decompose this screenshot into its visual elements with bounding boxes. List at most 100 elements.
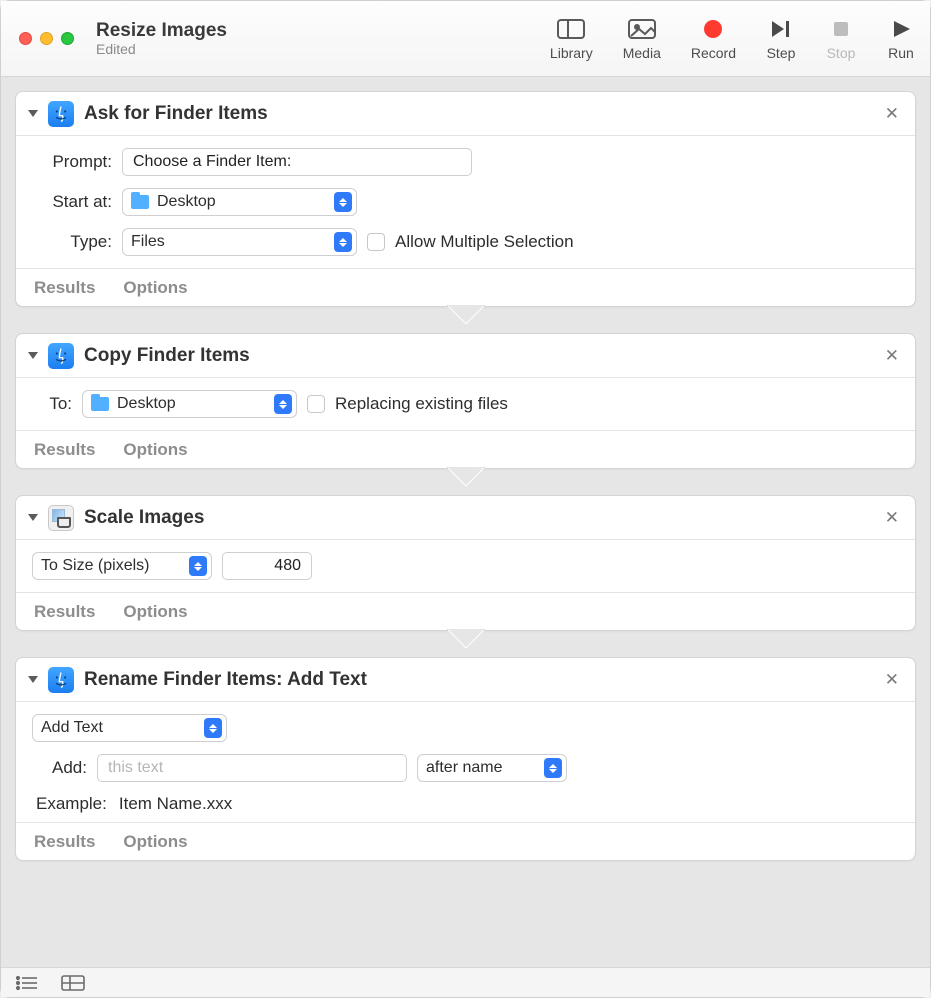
results-tab[interactable]: Results bbox=[34, 278, 95, 298]
step-icon bbox=[766, 17, 796, 41]
allow-multiple-checkbox[interactable]: Allow Multiple Selection bbox=[367, 232, 574, 252]
action-footer: Results Options bbox=[16, 592, 915, 630]
connector-icon bbox=[447, 467, 485, 487]
play-icon bbox=[886, 17, 916, 41]
stop-button[interactable]: Stop bbox=[826, 17, 856, 61]
prompt-input[interactable] bbox=[122, 148, 472, 176]
window-subtitle: Edited bbox=[96, 41, 227, 57]
folder-icon bbox=[131, 195, 149, 209]
toolbar: Library Media Record bbox=[550, 17, 916, 61]
workflow-canvas: Ask for Finder Items ✕ Prompt: Start at:… bbox=[1, 77, 930, 967]
checkbox-box[interactable] bbox=[367, 233, 385, 251]
allow-multiple-label: Allow Multiple Selection bbox=[395, 232, 574, 252]
results-tab[interactable]: Results bbox=[34, 440, 95, 460]
title-block: Resize Images Edited bbox=[96, 20, 227, 58]
connector-icon bbox=[447, 629, 485, 649]
rename-operation-popup[interactable]: Add Text bbox=[32, 714, 227, 742]
action-copy-finder-items: Copy Finder Items ✕ To: Desktop Replacin… bbox=[15, 333, 916, 469]
popup-arrows-icon bbox=[204, 718, 222, 738]
remove-action-button[interactable]: ✕ bbox=[881, 100, 903, 128]
options-tab[interactable]: Options bbox=[123, 832, 187, 852]
step-label: Step bbox=[767, 45, 796, 61]
zoom-window-button[interactable] bbox=[61, 32, 74, 45]
example-label: Example: bbox=[36, 794, 107, 814]
library-label: Library bbox=[550, 45, 593, 61]
finder-icon bbox=[48, 101, 74, 127]
add-text-input[interactable] bbox=[97, 754, 407, 782]
log-view-button[interactable] bbox=[15, 975, 39, 991]
replace-existing-label: Replacing existing files bbox=[335, 394, 508, 414]
action-title: Ask for Finder Items bbox=[84, 103, 268, 125]
action-title: Scale Images bbox=[84, 507, 204, 529]
record-icon bbox=[698, 17, 728, 41]
record-label: Record bbox=[691, 45, 736, 61]
action-footer: Results Options bbox=[16, 822, 915, 860]
library-button[interactable]: Library bbox=[550, 17, 593, 61]
record-button[interactable]: Record bbox=[691, 17, 736, 61]
popup-arrows-icon bbox=[544, 758, 562, 778]
remove-action-button[interactable]: ✕ bbox=[881, 504, 903, 532]
destination-value: Desktop bbox=[117, 395, 176, 413]
remove-action-button[interactable]: ✕ bbox=[881, 666, 903, 694]
type-label: Type: bbox=[32, 232, 112, 252]
run-button[interactable]: Run bbox=[886, 17, 916, 61]
checkbox-box[interactable] bbox=[307, 395, 325, 413]
add-position-popup[interactable]: after name bbox=[417, 754, 567, 782]
stop-label: Stop bbox=[827, 45, 856, 61]
action-title: Rename Finder Items: Add Text bbox=[84, 669, 367, 691]
preview-icon bbox=[48, 505, 74, 531]
start-at-value: Desktop bbox=[157, 193, 216, 211]
remove-action-button[interactable]: ✕ bbox=[881, 342, 903, 370]
type-value: Files bbox=[131, 233, 165, 251]
prompt-label: Prompt: bbox=[32, 152, 112, 172]
folder-icon bbox=[91, 397, 109, 411]
action-rename-finder-items: Rename Finder Items: Add Text ✕ Add Text… bbox=[15, 657, 916, 861]
action-header[interactable]: Rename Finder Items: Add Text ✕ bbox=[16, 658, 915, 702]
rename-operation-value: Add Text bbox=[41, 719, 103, 737]
action-header[interactable]: Copy Finder Items ✕ bbox=[16, 334, 915, 378]
connector-icon bbox=[447, 305, 485, 325]
step-button[interactable]: Step bbox=[766, 17, 796, 61]
add-label: Add: bbox=[32, 758, 87, 778]
finder-icon bbox=[48, 343, 74, 369]
variables-view-button[interactable] bbox=[61, 975, 85, 991]
titlebar: Resize Images Edited Library Media bbox=[1, 1, 930, 77]
start-at-popup[interactable]: Desktop bbox=[122, 188, 357, 216]
results-tab[interactable]: Results bbox=[34, 602, 95, 622]
destination-popup[interactable]: Desktop bbox=[82, 390, 297, 418]
action-header[interactable]: Scale Images ✕ bbox=[16, 496, 915, 540]
media-button[interactable]: Media bbox=[623, 17, 661, 61]
popup-arrows-icon bbox=[274, 394, 292, 414]
disclosure-triangle-icon[interactable] bbox=[28, 110, 38, 117]
results-tab[interactable]: Results bbox=[34, 832, 95, 852]
action-title: Copy Finder Items bbox=[84, 345, 250, 367]
action-header[interactable]: Ask for Finder Items ✕ bbox=[16, 92, 915, 136]
disclosure-triangle-icon[interactable] bbox=[28, 676, 38, 683]
popup-arrows-icon bbox=[334, 192, 352, 212]
minimize-window-button[interactable] bbox=[40, 32, 53, 45]
disclosure-triangle-icon[interactable] bbox=[28, 514, 38, 521]
popup-arrows-icon bbox=[334, 232, 352, 252]
window-controls bbox=[19, 32, 74, 45]
action-footer: Results Options bbox=[16, 430, 915, 468]
options-tab[interactable]: Options bbox=[123, 440, 187, 460]
window-title: Resize Images bbox=[96, 20, 227, 42]
type-popup[interactable]: Files bbox=[122, 228, 357, 256]
media-icon bbox=[627, 17, 657, 41]
media-label: Media bbox=[623, 45, 661, 61]
action-scale-images: Scale Images ✕ To Size (pixels) Results … bbox=[15, 495, 916, 631]
action-footer: Results Options bbox=[16, 268, 915, 306]
close-window-button[interactable] bbox=[19, 32, 32, 45]
options-tab[interactable]: Options bbox=[123, 602, 187, 622]
scale-value-input[interactable] bbox=[222, 552, 312, 580]
finder-icon bbox=[48, 667, 74, 693]
run-label: Run bbox=[888, 45, 914, 61]
replace-existing-checkbox[interactable]: Replacing existing files bbox=[307, 394, 508, 414]
options-tab[interactable]: Options bbox=[123, 278, 187, 298]
scale-mode-popup[interactable]: To Size (pixels) bbox=[32, 552, 212, 580]
disclosure-triangle-icon[interactable] bbox=[28, 352, 38, 359]
to-label: To: bbox=[32, 394, 72, 414]
action-ask-for-finder-items: Ask for Finder Items ✕ Prompt: Start at:… bbox=[15, 91, 916, 307]
bottom-bar bbox=[1, 967, 930, 997]
scale-mode-value: To Size (pixels) bbox=[41, 557, 149, 575]
